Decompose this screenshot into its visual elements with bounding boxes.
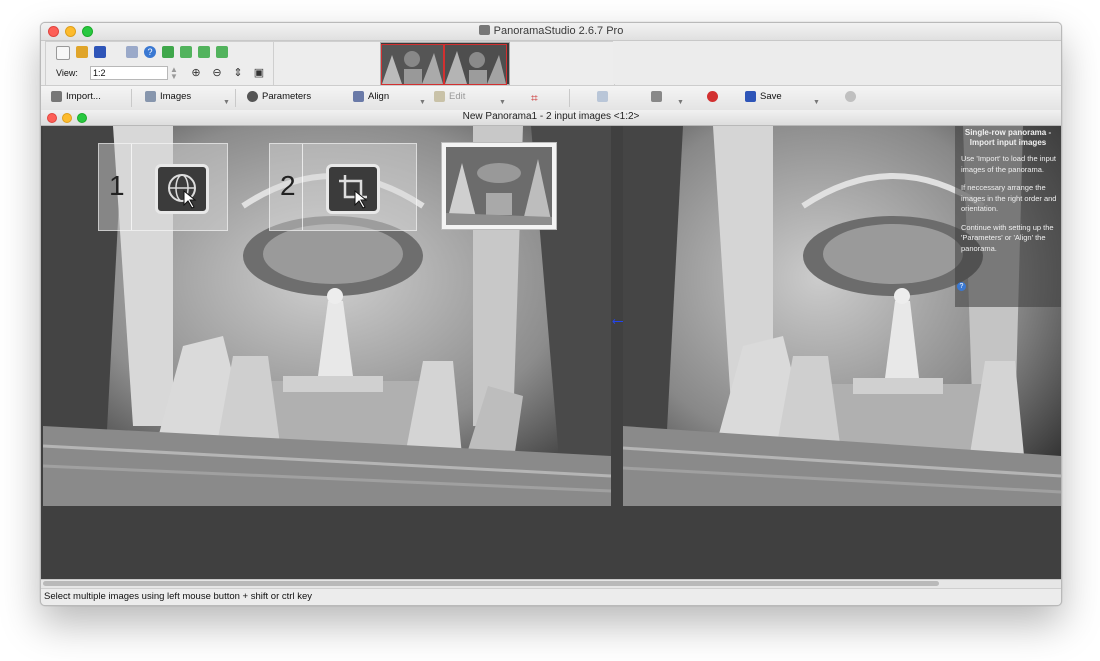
save-button[interactable]: Save (745, 91, 782, 102)
crop-tool-button[interactable] (326, 164, 380, 214)
view-zoom-field[interactable]: 1:2 (90, 66, 168, 80)
window-title: PanoramaStudio 2.6.7 Pro (41, 25, 1061, 37)
document-title-bar: New Panorama1 - 2 input images <1:2> (41, 110, 1061, 126)
gear-icon (247, 91, 258, 102)
file-toolbar: ? View: 1:2 ▲ ▼ ⊕ ⊖ ⇕ ▣ (45, 41, 275, 86)
thumbnail-strip (380, 42, 510, 85)
zoom-out-icon[interactable]: ⊖ (211, 67, 223, 79)
import-icon (51, 91, 62, 102)
projection-button[interactable] (155, 164, 209, 214)
view-stepper[interactable]: ▲ ▼ (170, 66, 178, 81)
thumbnail-image-1[interactable] (381, 44, 444, 85)
help-icon[interactable]: ? (144, 46, 156, 58)
step-1-hint: 1 (98, 143, 228, 231)
help-title: Single-row panorama - Import input image… (964, 128, 1052, 147)
panorama-preview-thumbnail[interactable] (441, 142, 557, 230)
crop-tool-icon (339, 175, 368, 209)
export-web-button[interactable] (845, 91, 856, 102)
images-dropdown-icon[interactable]: ▼ (223, 99, 230, 106)
view-label: View: (56, 68, 78, 78)
parameters-button[interactable]: Parameters (247, 91, 311, 102)
crop-icon: ⌗ (531, 91, 538, 105)
document-title: New Panorama1 - 2 input images <1:2> (462, 111, 640, 122)
help-panel: Single-row panorama - Import input image… (955, 126, 1061, 307)
new-file-icon[interactable] (56, 46, 70, 60)
target-icon (707, 91, 718, 102)
save-icon (745, 91, 756, 102)
align-dropdown-icon[interactable]: ▼ (419, 99, 426, 106)
open-folder-icon[interactable] (76, 46, 88, 58)
step-1-number: 1 (109, 170, 125, 201)
empty-canvas-area (41, 506, 1061, 580)
edit-button[interactable]: Edit (434, 91, 465, 102)
images-button[interactable]: Images (145, 91, 191, 102)
app-icon (478, 25, 490, 35)
edit-pencil-icon (434, 91, 445, 102)
status-bar: Select multiple images using left mouse … (41, 588, 1061, 605)
refresh-icon[interactable] (216, 46, 228, 58)
app-window: PanoramaStudio 2.6.7 Pro ? View: 1:2 ▲ ▼ … (40, 22, 1062, 606)
title-bar: PanoramaStudio 2.6.7 Pro (41, 23, 1061, 41)
save-disk-icon[interactable] (94, 46, 106, 58)
thumbnail-image-2[interactable] (444, 44, 507, 85)
images-icon (145, 91, 156, 102)
edit-dropdown-icon[interactable]: ▼ (499, 99, 506, 106)
preview-button[interactable] (597, 91, 608, 102)
zoom-in-icon[interactable]: ⊕ (190, 67, 202, 79)
export-icon[interactable] (162, 46, 174, 58)
input-image-1[interactable]: 1 2 (43, 126, 611, 506)
scrollbar-thumb[interactable] (43, 581, 939, 586)
step-2-hint: 2 (269, 143, 417, 231)
print-button[interactable] (651, 91, 662, 102)
preview-icon (597, 91, 608, 102)
crop-button[interactable]: ⌗ (531, 91, 538, 106)
align-icon (353, 91, 364, 102)
save-dropdown-icon[interactable]: ▼ (813, 99, 820, 106)
rotate-left-icon[interactable] (180, 46, 192, 58)
thumbnail-area (273, 41, 615, 86)
help-info-icon[interactable]: ? (957, 282, 966, 291)
undo-icon[interactable] (126, 46, 138, 58)
globe-icon (845, 91, 856, 102)
align-button[interactable]: Align (353, 91, 389, 102)
sphere-grid-icon (168, 174, 197, 209)
print-dropdown-icon[interactable]: ▼ (677, 99, 684, 106)
main-toolbar: Import... Images ▼ Parameters Align ▼ Ed… (41, 85, 1061, 111)
document-window: New Panorama1 - 2 input images <1:2> 1 2… (41, 110, 1061, 580)
zoom-fit-icon[interactable]: ⇕ (232, 67, 244, 79)
step-2-number: 2 (280, 170, 296, 201)
top-toolbar: ? View: 1:2 ▲ ▼ ⊕ ⊖ ⇕ ▣ (41, 41, 1061, 86)
render-button[interactable] (707, 91, 718, 102)
input-image-2[interactable]: Single-row panorama - Import input image… (623, 126, 1061, 506)
help-text: Use 'Import' to load the input images of… (961, 154, 1057, 253)
rotate-right-icon[interactable] (198, 46, 210, 58)
horizontal-scrollbar[interactable] (41, 579, 1061, 588)
zoom-all-icon[interactable]: ▣ (253, 67, 265, 79)
print-icon (651, 91, 662, 102)
import-button[interactable]: Import... (51, 91, 101, 102)
